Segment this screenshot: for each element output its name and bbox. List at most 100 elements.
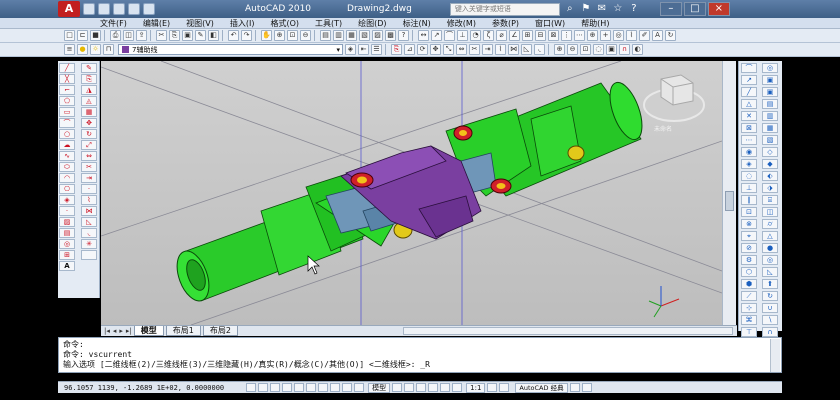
snap-midpoint-icon[interactable]: △ [741,99,757,109]
layer-lock-icon[interactable]: ⊓ [103,44,114,55]
zoom-realtime-icon[interactable]: ⊕ [274,30,285,41]
mtext-icon[interactable]: A [59,261,75,271]
menu-draw[interactable]: 绘图(D) [358,18,402,29]
steering-wheel-icon[interactable] [440,383,451,392]
scale-icon[interactable]: ⤢ [81,140,97,150]
trim-icon[interactable]: ✂ [469,44,480,55]
menu-tools[interactable]: 工具(T) [315,18,358,29]
spline-icon[interactable]: ∿ [59,151,75,161]
orbit-icon[interactable]: ◌ [593,44,604,55]
sw-iso-icon[interactable]: ◇ [762,147,778,157]
osnap-toggle[interactable] [294,383,305,392]
vertical-scrollbar[interactable] [722,61,736,325]
dim-space-icon[interactable]: ⋮ [561,30,572,41]
snap-parallel-icon[interactable]: ∥ [741,195,757,205]
snap-extension-icon[interactable]: ⋯ [741,135,757,145]
prev-tab-arrow[interactable]: ◂ [113,327,117,335]
dim-ordinate-icon[interactable]: ⊥ [457,30,468,41]
communication-icon[interactable]: ✉ [596,3,608,15]
pan-icon[interactable]: ✋ [261,30,272,41]
workspace-switch[interactable]: AutoCAD 经典 [515,382,568,393]
right-view-icon[interactable]: ▥ [762,111,778,121]
move-3d-icon[interactable]: ✥ [430,44,441,55]
snap-knot-icon[interactable]: ⌘ [741,315,757,325]
subtract-icon[interactable]: ∖ [762,315,778,325]
fillet-icon[interactable]: ◟ [534,44,545,55]
bottom-view-icon[interactable]: ▣ [762,87,778,97]
union-icon[interactable]: ∪ [762,303,778,313]
align-icon[interactable]: ⊿ [404,44,415,55]
subscription-icon[interactable]: ⚑ [580,3,592,15]
help-search-input[interactable]: 键入关键字或短语 [449,2,560,16]
circle-icon[interactable]: ○ [59,129,75,139]
extrude-icon[interactable]: ⬆ [762,279,778,289]
annotation-visibility-icon[interactable] [487,383,498,392]
preview-icon[interactable]: ◫ [123,30,134,41]
grid-toggle[interactable] [258,383,269,392]
chamfer-icon[interactable]: ◺ [81,217,97,227]
snap-insert-icon[interactable]: ⊡ [741,207,757,217]
menu-modify[interactable]: 修改(M) [447,18,492,29]
pan-icon[interactable] [416,383,427,392]
zoom-window-icon[interactable]: ⊡ [287,30,298,41]
trim-icon[interactable]: ✂ [81,162,97,172]
menu-format[interactable]: 格式(O) [270,18,315,29]
redo-icon[interactable]: ↷ [241,30,252,41]
copy-icon[interactable]: ⎘ [169,30,180,41]
qp-toggle[interactable] [354,383,365,392]
dyn-toggle[interactable] [330,383,341,392]
se-iso-icon[interactable]: ◆ [762,159,778,169]
revolve-icon[interactable]: ↻ [762,291,778,301]
maximize-button[interactable]: □ [683,2,706,16]
solid-box-icon[interactable]: ◫ [762,207,778,217]
annotation-scale[interactable]: 1:1 [466,382,486,393]
jogged-linear-icon[interactable]: ⌇ [626,30,637,41]
menu-parametric[interactable]: 参数(P) [492,18,535,29]
join-icon[interactable]: ⋈ [81,206,97,216]
ne-iso-icon[interactable]: ⬖ [762,171,778,181]
left-view-icon[interactable]: ▤ [762,99,778,109]
dim-radius-icon[interactable]: ◔ [470,30,481,41]
layer-bulb-icon[interactable]: ● [77,44,88,55]
top-view-icon[interactable]: ▣ [762,75,778,85]
cursor-coordinates[interactable]: 96.1057 1139, -1.2689 1E+02, 0.0000000 [64,384,224,392]
snap-apparent-icon[interactable]: ⊠ [741,123,757,133]
dim-update-icon[interactable]: ↻ [665,30,676,41]
quick-dim-icon[interactable]: ⊞ [522,30,533,41]
magnet-icon[interactable]: ∩ [619,44,630,55]
help-icon[interactable]: ? [628,3,640,15]
open-icon[interactable]: ⊏ [77,30,88,41]
solid-sphere-icon[interactable]: ● [762,243,778,253]
tool-palettes-icon[interactable]: ▦ [346,30,357,41]
scroll-thumb[interactable] [725,191,734,211]
lwt-toggle[interactable] [342,383,353,392]
publish-icon[interactable]: ⇪ [136,30,147,41]
layer-previous-icon[interactable]: ⇤ [358,44,369,55]
snap-edge-icon[interactable]: ⟋ [741,291,757,301]
snap-quadrant-icon[interactable]: ◈ [741,159,757,169]
copy-icon[interactable]: ⎘ [81,74,97,84]
snap-from-icon[interactable]: ↗ [741,75,757,85]
dim-linear-icon[interactable]: ↔ [418,30,429,41]
ortho-toggle[interactable] [270,383,281,392]
snap-face-icon[interactable]: ⬢ [741,279,757,289]
command-scrollbar[interactable] [770,339,780,372]
polygon-icon[interactable]: ⬠ [59,96,75,106]
search-icon[interactable]: ⌕ [564,3,576,15]
menu-view[interactable]: 视图(V) [186,18,230,29]
back-view-icon[interactable]: ▧ [762,135,778,145]
break-point-icon[interactable]: ⋅ [81,184,97,194]
solid-cylinder-icon[interactable]: ⌭ [762,219,778,229]
copy-object-icon[interactable]: ⎘ [391,44,402,55]
command-line[interactable]: 命令: 命令: vscurrent 输入选项 [二维线框(2)/三维线框(3)/… [58,337,782,373]
zoom-previous-icon[interactable]: ⊖ [300,30,311,41]
new-file-icon[interactable] [83,3,95,15]
markup-icon[interactable]: ▨ [372,30,383,41]
layer-dropdown[interactable]: 7辅助线 ▾ [118,44,343,55]
array-icon[interactable]: ▦ [81,107,97,117]
cut-icon[interactable]: ✂ [156,30,167,41]
ellipse-arc-icon[interactable]: ◠ [59,173,75,183]
save-icon[interactable] [113,3,125,15]
stretch-icon[interactable]: ⇔ [81,151,97,161]
arc-icon[interactable]: ⌒ [59,118,75,128]
